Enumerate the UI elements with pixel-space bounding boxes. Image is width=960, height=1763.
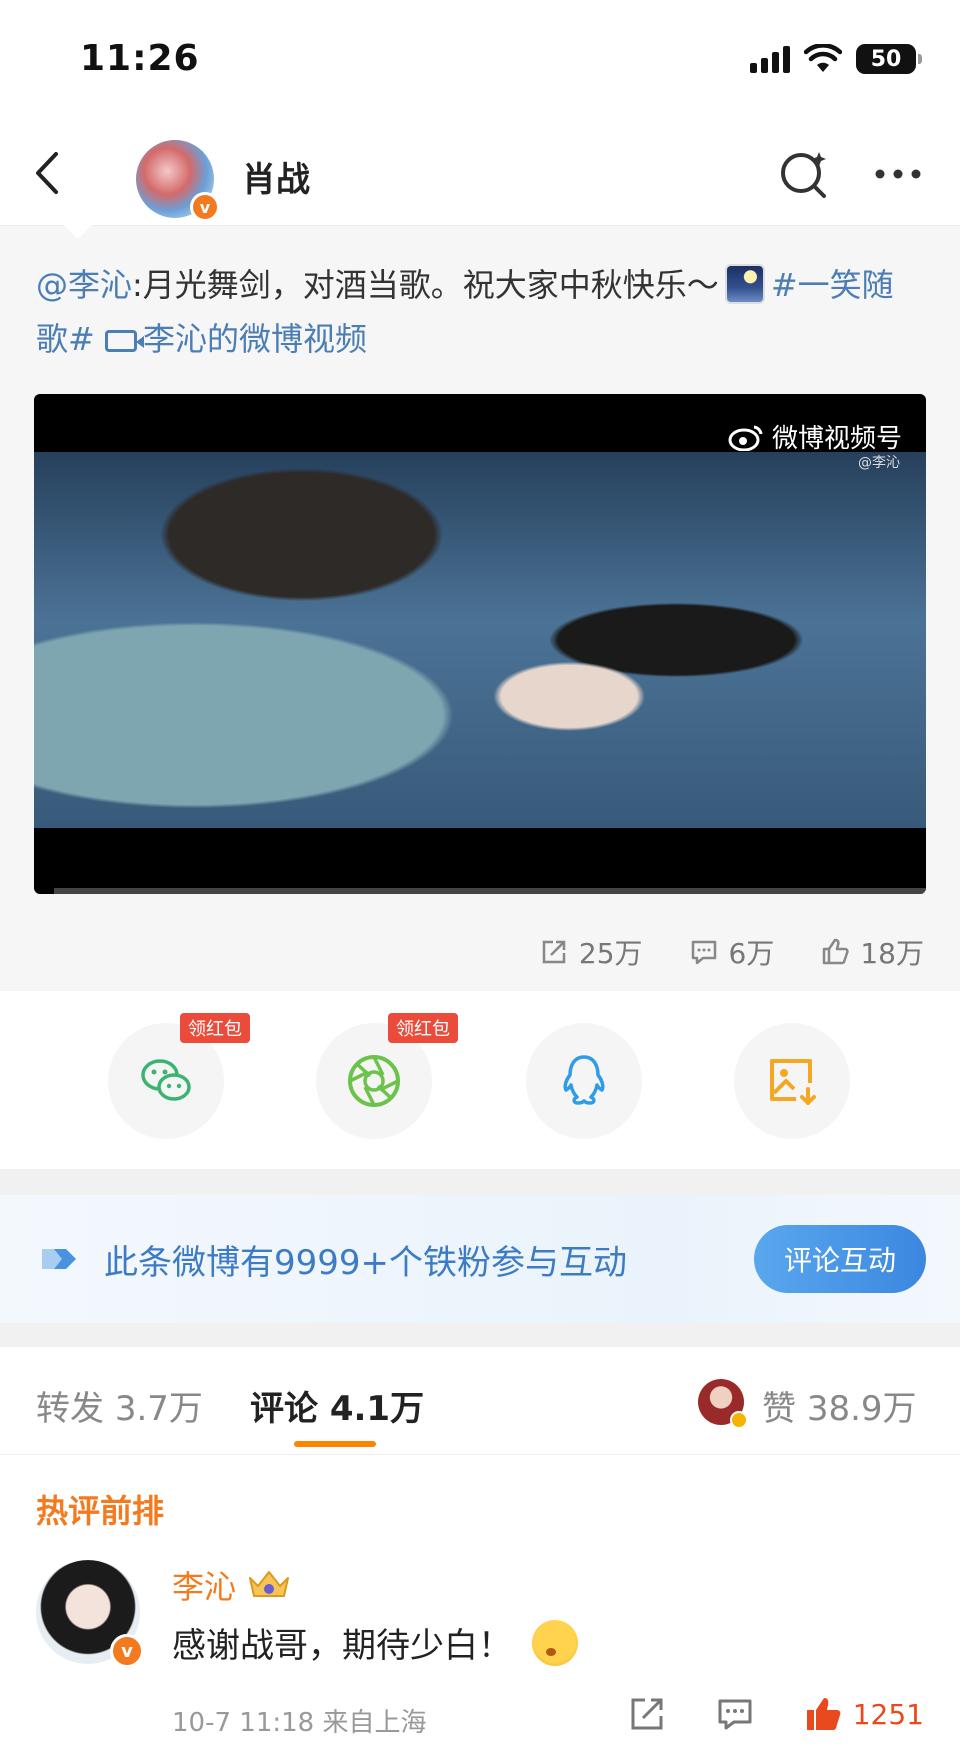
video-frame [34, 452, 926, 828]
comment-item: v 李沁 感谢战哥，期待少白！ 10-7 11:18 来自上海 1251 [0, 1560, 960, 1763]
verified-badge-icon: v [110, 1634, 144, 1668]
active-tab-indicator [294, 1441, 376, 1447]
tab-reposts[interactable]: 转发 3.7万 [36, 1381, 203, 1430]
tab-comments[interactable]: 评论 4.1万 [250, 1381, 424, 1430]
tab-bar: 转发 3.7万 评论 4.1万 赞 38.9万 [0, 1347, 960, 1455]
like-stat[interactable]: 18万 [820, 932, 924, 972]
nav-bar: v 肖战 [0, 120, 960, 226]
comment-meta: 10-7 11:18 来自上海 [172, 1708, 427, 1738]
tab-likes[interactable]: 赞 38.9万 [762, 1381, 917, 1430]
repost-stat[interactable]: 25万 [539, 932, 643, 972]
battery-icon: 50 [856, 44, 922, 74]
shy-face-emoji-icon [532, 1619, 578, 1666]
post-body: :月光舞剑，对酒当歌。祝大家中秋快乐～ [132, 266, 719, 304]
share-qq-button[interactable] [526, 1023, 642, 1139]
comment-icon [691, 940, 716, 965]
crown-badge-icon [249, 1571, 290, 1597]
video-player[interactable]: 微博视频号 @李沁 [34, 394, 926, 894]
verified-badge-icon: v [190, 192, 220, 222]
comment-like-button[interactable]: 1251 [803, 1694, 924, 1734]
comment-actions: 1251 [627, 1694, 924, 1734]
fan-interaction-banner[interactable]: 此条微博有9999+个铁粉参与互动 评论互动 [0, 1195, 960, 1323]
comment-interact-button[interactable]: 评论互动 [754, 1225, 926, 1293]
author-avatar[interactable]: v [136, 140, 220, 222]
moon-emoji-icon [724, 264, 765, 304]
weibo-logo-icon [728, 425, 763, 451]
video-link-icon [105, 330, 144, 352]
more-icon[interactable] [870, 146, 926, 202]
fan-icon [42, 1249, 76, 1269]
video-link[interactable]: 李沁的微博视频 [143, 320, 367, 358]
verified-badge-icon [730, 1411, 748, 1429]
signal-icon [750, 45, 790, 73]
wechat-icon [141, 1059, 191, 1101]
search-icon[interactable] [776, 146, 832, 202]
share-wechat-button[interactable]: 领红包 [108, 1013, 250, 1139]
wifi-icon [804, 44, 842, 72]
post-stats: 25万 6万 18万 [539, 932, 924, 972]
redpack-badge: 领红包 [180, 1013, 250, 1043]
commenter-avatar[interactable]: v [36, 1560, 144, 1668]
share-moments-button[interactable]: 领红包 [316, 1013, 458, 1139]
status-icons: 50 [750, 44, 922, 74]
comment-text: 感谢战哥，期待少白！ [172, 1618, 578, 1667]
comment-repost-icon[interactable] [627, 1694, 667, 1734]
redpack-badge: 领红包 [388, 1013, 458, 1043]
commenter-name[interactable]: 李沁 [172, 1562, 292, 1608]
image-download-icon [770, 1059, 816, 1105]
video-progress-bar [54, 888, 926, 894]
thumb-up-icon [823, 938, 849, 965]
moments-icon [348, 1055, 400, 1107]
status-bar: 11:26 50 [0, 0, 960, 120]
repost-content[interactable]: @李沁:月光舞剑，对酒当歌。祝大家中秋快乐～ #一笑随歌# 李沁的微博视频 微博视… [0, 225, 960, 991]
comment-stat[interactable]: 6万 [689, 932, 774, 972]
hot-comments-title: 热评前排 [36, 1492, 165, 1530]
share-row: 领红包 领红包 [0, 991, 960, 1169]
video-watermark: 微博视频号 [728, 418, 902, 455]
qq-penguin-icon [563, 1055, 605, 1105]
banner-text: 此条微博有9999+个铁粉参与互动 [104, 1243, 628, 1283]
liker-avatar [698, 1379, 748, 1429]
save-image-button[interactable] [734, 1023, 850, 1139]
post-text: @李沁:月光舞剑，对酒当歌。祝大家中秋快乐～ #一笑随歌# 李沁的微博视频 [36, 258, 916, 366]
comment-reply-icon[interactable] [715, 1694, 755, 1734]
status-time: 11:26 [80, 38, 200, 79]
thumb-up-filled-icon [806, 1698, 841, 1730]
back-icon[interactable] [26, 148, 76, 198]
author-name[interactable]: 肖战 [242, 152, 310, 201]
repost-icon [542, 940, 566, 964]
mention-link[interactable]: @李沁 [36, 266, 132, 304]
